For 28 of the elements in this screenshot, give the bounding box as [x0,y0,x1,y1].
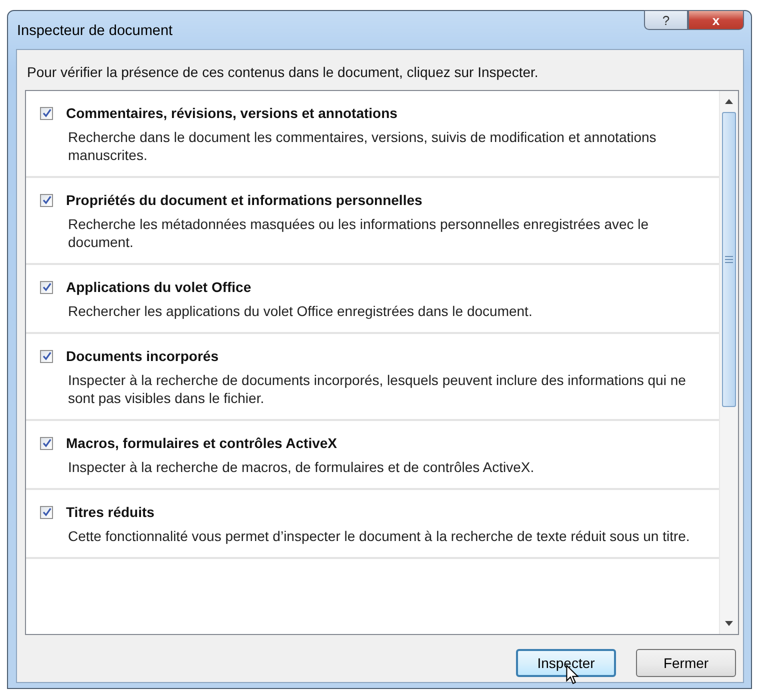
section-description: Cette fonctionnalité vous permet d’inspecter le document à la recherche de texte réduit sous un titre. [68,527,691,545]
section-description: Recherche les métadonnées masquées ou les informations personnelles enregistrées avec le document. [68,215,650,251]
close-button[interactable]: x [688,10,744,30]
scroll-thumb[interactable] [722,112,736,407]
section-description: Recherche dans le document les commentaires, versions, suivis de modification et annotations manuscrites. [68,128,658,164]
scroll-up-icon[interactable] [725,99,733,104]
dialog-button[interactable]: Fermer [636,649,736,677]
help-button[interactable]: ? [644,10,688,30]
checkbox[interactable] [40,280,53,294]
checkbox[interactable] [40,350,53,362]
section-title: Documents incorporés [66,348,218,364]
checkbox[interactable] [40,194,53,206]
section-title: Macros, formulaires et contrôles ActiveX [66,435,338,451]
section-description: Inspecter à la recherche de macros, de formulaires et de contrôles ActiveX. [68,458,536,476]
section-title: Titres réduits [66,504,154,520]
instruction-text: Pour vérifier la présence de ces contenus dans le document, cliquez sur Inspecter. [27,64,540,80]
section-title: Commentaires, révisions, versions et annotations [66,105,398,121]
checkbox[interactable] [40,106,53,120]
scrollbar[interactable] [719,91,738,634]
section-title: Propriétés du document et informations personnelles [66,192,422,208]
section-title: Applications du volet Office [66,279,252,295]
checkbox[interactable] [40,506,53,518]
scroll-down-icon[interactable] [725,621,733,626]
section-description: Inspecter à la recherche de documents incorporés, lesquels peuvent inclure des informations qui ne sont pas visibles dans le fichier. [68,371,687,407]
section-description: Rechercher les applications du volet Office enregistrées dans le document. [68,302,534,320]
dialog-button[interactable]: Inspecter [516,649,616,677]
window-title: Inspecteur de document [17,23,173,39]
checkbox[interactable] [40,436,53,450]
